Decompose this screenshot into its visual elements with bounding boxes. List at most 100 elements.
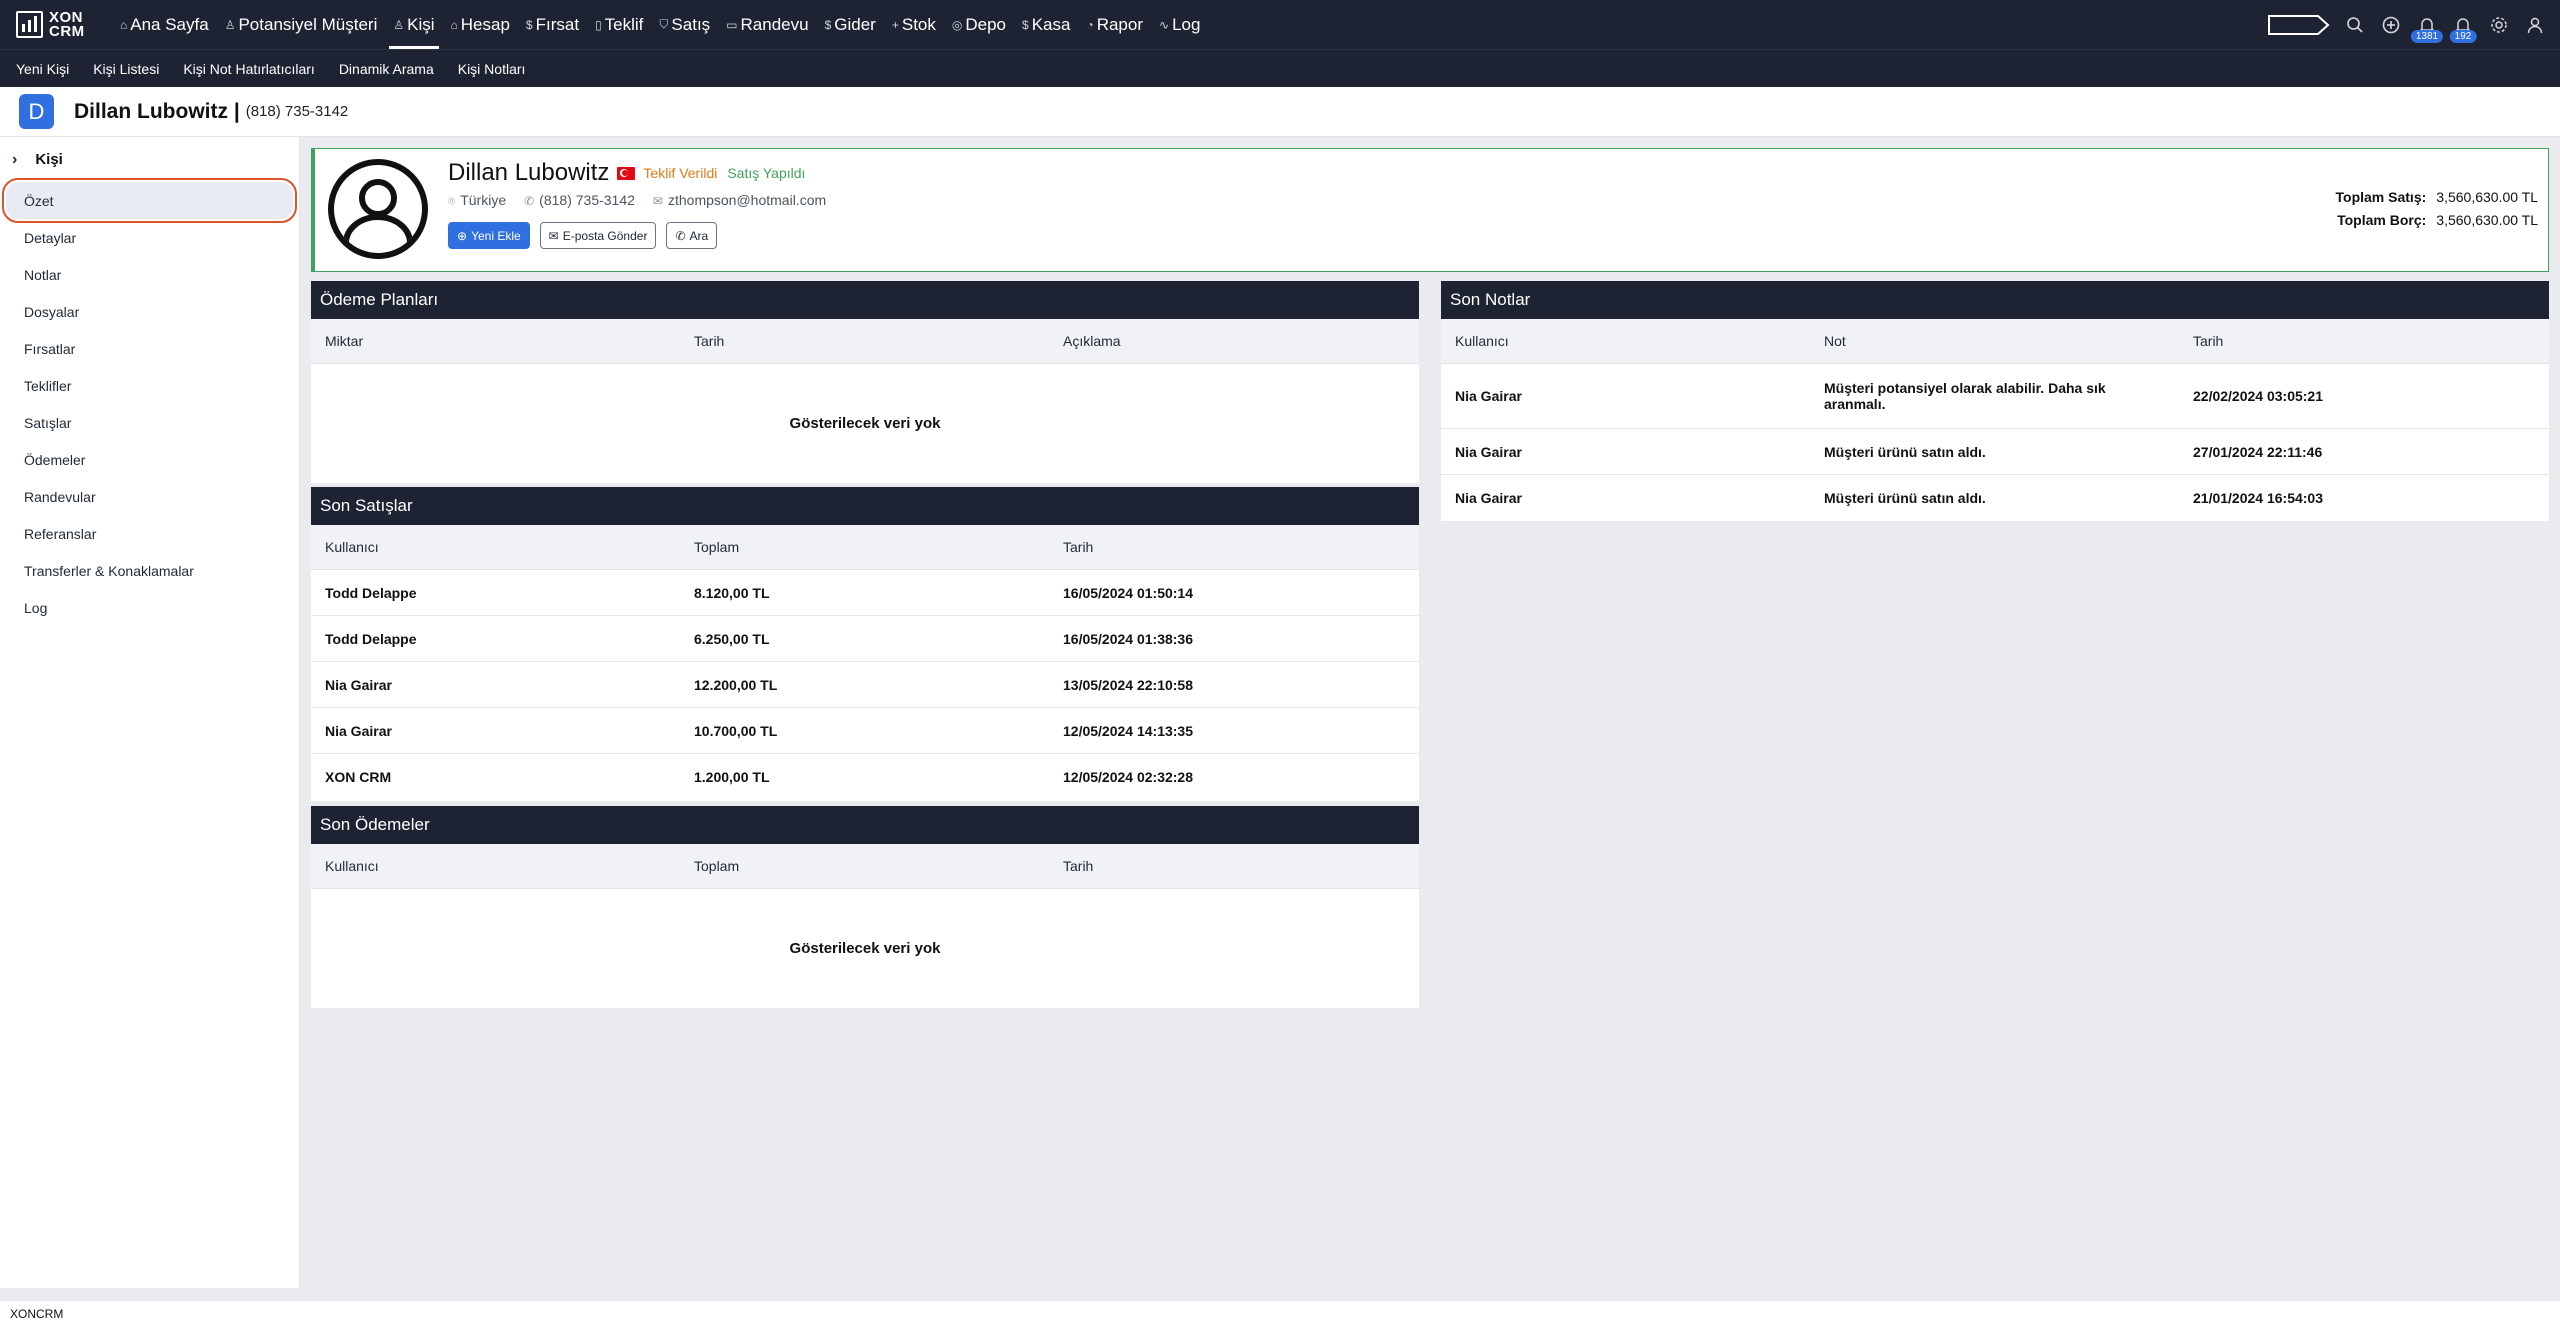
gear-icon[interactable] — [2488, 14, 2510, 36]
sidebar-header[interactable]: › Kişi — [0, 137, 299, 182]
box-icon: ◎ — [951, 17, 963, 32]
table-row[interactable]: Nia Gairar 10.700,00 TL 12/05/2024 14:13… — [311, 708, 1419, 754]
subnav-dynamic-search[interactable]: Dinamik Arama — [339, 61, 434, 77]
nav-item-contact[interactable]: ♙ Kişi — [385, 0, 442, 49]
messages-bell-icon[interactable]: 192 — [2449, 14, 2477, 43]
nav-item-leads[interactable]: ♙ Potansiyel Müşteri — [217, 0, 386, 49]
column-header[interactable]: Toplam — [680, 539, 1049, 555]
search-icon[interactable] — [2344, 14, 2366, 36]
notifications-bell-icon[interactable]: 1381 — [2410, 14, 2444, 43]
turkey-flag-icon — [617, 166, 636, 180]
user-profile-icon[interactable] — [2524, 14, 2546, 36]
nav-item-offer[interactable]: ▯ Teklif — [587, 0, 651, 49]
send-email-button[interactable]: ✉ E-posta Gönder — [539, 222, 657, 249]
plus-icon: + — [891, 17, 899, 32]
sidebar-item-notes[interactable]: Notlar — [6, 256, 293, 293]
phone-icon: ✆ — [675, 228, 686, 243]
cell-date: 22/02/2024 03:05:21 — [2193, 388, 2323, 404]
add-new-label: Yeni Ekle — [471, 228, 521, 243]
nav-item-warehouse[interactable]: ◎ Depo — [944, 0, 1014, 49]
nav-item-expense[interactable]: $ Gider — [817, 0, 884, 49]
column-header[interactable]: Tarih — [1049, 539, 1419, 555]
cell-user: Nia Gairar — [325, 676, 392, 693]
nav-item-sales[interactable]: ⛉ Satış — [651, 0, 718, 49]
contact-initial-avatar: D — [19, 94, 54, 129]
nav-item-stock[interactable]: + Stok — [884, 0, 944, 49]
home-icon: ⌂ — [120, 17, 128, 32]
column-header[interactable]: Tarih — [1049, 858, 1419, 874]
column-header[interactable]: Not — [1810, 333, 2179, 349]
profile-email[interactable]: ✉ zthompson@hotmail.com — [653, 192, 826, 209]
nav-item-log[interactable]: ∿ Log — [1151, 0, 1208, 49]
table-row[interactable]: XON CRM 1.200,00 TL 12/05/2024 02:32:28 — [311, 754, 1419, 800]
sidebar-item-files[interactable]: Dosyalar — [6, 293, 293, 330]
sidebar-item-log[interactable]: Log — [6, 589, 293, 626]
add-new-button[interactable]: ⊕ Yeni Ekle — [448, 222, 530, 249]
cell-user: Nia Gairar — [325, 722, 392, 739]
profile-country: ⌾ Türkiye — [448, 192, 506, 209]
nav-item-report[interactable]: ◔ Rapor — [1078, 0, 1151, 49]
payment-plans-panel: Ödeme Planları Miktar Tarih Açıklama Gös… — [311, 281, 1419, 483]
add-circle-icon[interactable] — [2380, 14, 2402, 36]
cell-total: 10.700,00 TL — [694, 722, 778, 739]
brand-logo[interactable]: XON CRM — [0, 10, 112, 39]
payment-plans-title: Ödeme Planları — [311, 281, 1419, 319]
subnav-contact-list[interactable]: Kişi Listesi — [93, 61, 159, 77]
sidebar-item-sales[interactable]: Satışlar — [6, 404, 293, 441]
nav-label: Gider — [834, 14, 876, 34]
table-row[interactable]: Todd Delappe 6.250,00 TL 16/05/2024 01:3… — [311, 616, 1419, 662]
cell-note: Müşteri ürünü satın aldı. — [1824, 490, 1986, 506]
empty-state: Gösterilecek veri yok — [789, 940, 941, 957]
nav-label: Randevu — [740, 14, 809, 34]
phone-icon: ✆ — [524, 194, 535, 208]
table-row[interactable]: Nia Gairar Müşteri ürünü satın aldı. 27/… — [1441, 429, 2549, 475]
recent-payments-panel: Son Ödemeler Kullanıcı Toplam Tarih Göst… — [311, 806, 1419, 1008]
table-row[interactable]: Nia Gairar Müşteri ürünü satın aldı. 21/… — [1441, 475, 2549, 521]
arrow-right-icon[interactable] — [2268, 14, 2330, 36]
sidebar-item-summary[interactable]: Özet — [2, 178, 297, 223]
cell-user: Todd Delappe — [325, 584, 417, 601]
column-header[interactable]: Miktar — [311, 333, 680, 349]
nav-label: Potansiyel Müşteri — [238, 14, 378, 34]
send-email-label: E-posta Gönder — [562, 228, 648, 243]
table-row[interactable]: Nia Gairar Müşteri potansiyel olarak ala… — [1441, 364, 2549, 429]
sidebar-item-references[interactable]: Referanslar — [6, 515, 293, 552]
cell-date: 12/05/2024 02:32:28 — [1063, 769, 1193, 785]
user-icon: ♙ — [393, 17, 405, 32]
sidebar-item-details[interactable]: Detaylar — [6, 219, 293, 256]
nav-item-account[interactable]: ⌂ Hesap — [443, 0, 518, 49]
subnav-new-contact[interactable]: Yeni Kişi — [16, 61, 69, 77]
column-header[interactable]: Açıklama — [1049, 333, 1419, 349]
cell-date: 16/05/2024 01:38:36 — [1063, 630, 1193, 647]
nav-item-home[interactable]: ⌂ Ana Sayfa — [112, 0, 217, 49]
sidebar-item-offers[interactable]: Teklifler — [6, 367, 293, 404]
nav-label: Log — [1172, 14, 1201, 34]
column-header[interactable]: Kullanıcı — [311, 539, 680, 555]
column-header[interactable]: Toplam — [680, 858, 1049, 874]
nav-label: Kişi — [407, 14, 435, 34]
sidebar-item-opportunities[interactable]: Fırsatlar — [6, 330, 293, 367]
nav-item-opportunity[interactable]: $ Fırsat — [518, 0, 587, 49]
page-title-phone: (818) 735-3142 — [245, 103, 349, 120]
column-header[interactable]: Kullanıcı — [311, 858, 680, 874]
location-pin-icon: ⌾ — [448, 194, 456, 208]
column-header[interactable]: Tarih — [680, 333, 1049, 349]
cell-date: 16/05/2024 01:50:14 — [1063, 584, 1193, 601]
table-row[interactable]: Nia Gairar 12.200,00 TL 13/05/2024 22:10… — [311, 662, 1419, 708]
column-header[interactable]: Kullanıcı — [1441, 333, 1810, 349]
table-row[interactable]: Todd Delappe 8.120,00 TL 16/05/2024 01:5… — [311, 570, 1419, 616]
nav-item-appointment[interactable]: ▭ Randevu — [718, 0, 816, 49]
nav-label: Rapor — [1096, 14, 1144, 34]
nav-label: Hesap — [460, 14, 510, 34]
call-button[interactable]: ✆ Ara — [666, 222, 718, 249]
nav-item-cash[interactable]: $ Kasa — [1014, 0, 1078, 49]
sidebar-item-appointments[interactable]: Randevular — [6, 478, 293, 515]
subnav-note-reminders[interactable]: Kişi Not Hatırlatıcıları — [183, 61, 314, 77]
column-header[interactable]: Tarih — [2179, 333, 2549, 349]
notifications-badge: 1381 — [2410, 29, 2444, 43]
recent-notes-header: Kullanıcı Not Tarih — [1441, 319, 2549, 364]
sidebar-item-transfers[interactable]: Transferler & Konaklamalar — [6, 552, 293, 589]
sidebar-item-payments[interactable]: Ödemeler — [6, 441, 293, 478]
subnav-contact-notes[interactable]: Kişi Notları — [458, 61, 526, 77]
profile-phone[interactable]: ✆ (818) 735-3142 — [524, 192, 635, 209]
